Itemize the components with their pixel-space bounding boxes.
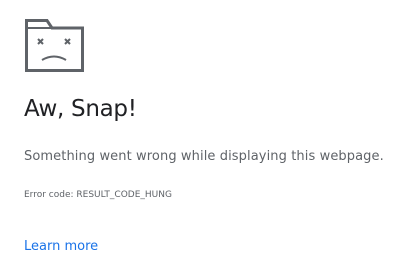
error-message: Something went wrong while displaying th… [24, 149, 384, 164]
error-heading: Aw, Snap! [24, 96, 137, 122]
learn-more-link[interactable]: Learn more [24, 240, 98, 253]
sad-tab-icon [25, 19, 84, 72]
error-code: Error code: RESULT_CODE_HUNG [24, 190, 172, 200]
